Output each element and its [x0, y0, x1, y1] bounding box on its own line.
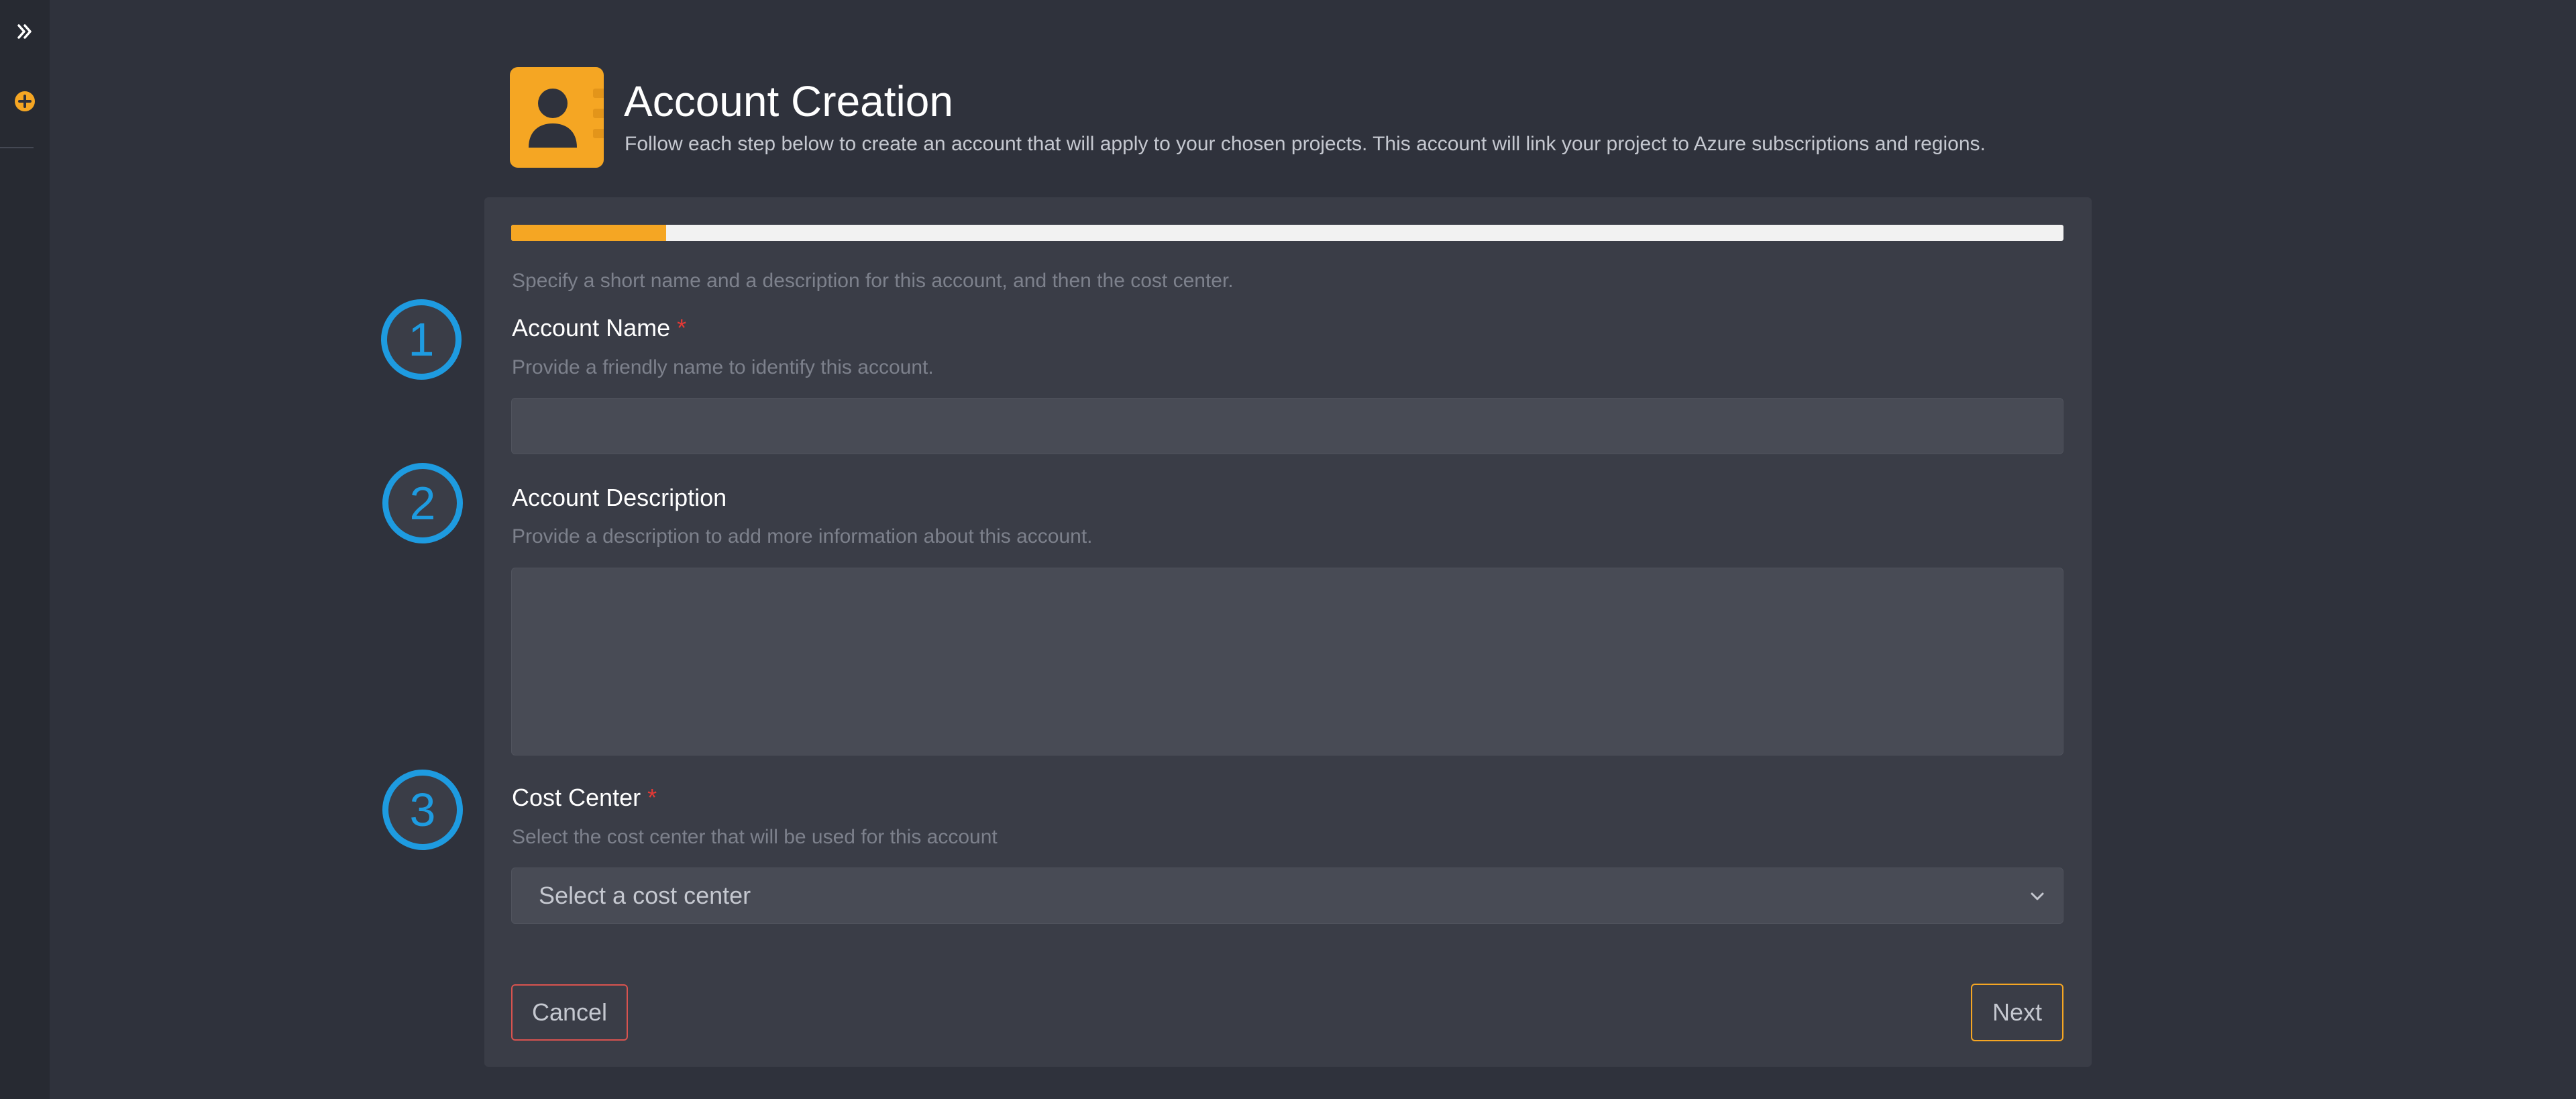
- left-rail: [0, 0, 50, 1099]
- cancel-button[interactable]: Cancel: [511, 984, 628, 1041]
- cost-center-help: Select the cost center that will be used…: [512, 826, 998, 848]
- account-name-input[interactable]: [511, 398, 2063, 454]
- required-mark: *: [677, 314, 687, 342]
- plus-circle-icon: [15, 91, 35, 111]
- account-name-help: Provide a friendly name to identify this…: [512, 356, 934, 378]
- add-button[interactable]: [14, 91, 36, 112]
- account-name-label-text: Account Name: [512, 314, 671, 342]
- account-name-label: Account Name *: [512, 314, 686, 342]
- account-description-label-text: Account Description: [512, 484, 727, 511]
- account-description-label: Account Description: [512, 484, 727, 512]
- account-description-input[interactable]: [511, 568, 2063, 755]
- chevron-down-icon: [2031, 892, 2044, 900]
- cost-center-label-text: Cost Center: [512, 784, 641, 811]
- next-button[interactable]: Next: [1971, 984, 2063, 1041]
- page-title: Account Creation: [624, 77, 953, 125]
- account-description-help: Provide a description to add more inform…: [512, 525, 1093, 547]
- cost-center-select-value: Select a cost center: [539, 882, 751, 909]
- expand-sidebar-button[interactable]: [11, 17, 39, 46]
- wizard-progress-fill: [511, 225, 667, 241]
- required-mark: *: [647, 784, 657, 811]
- step-marker-3: 3: [382, 770, 463, 850]
- step-marker-1: 1: [381, 299, 462, 380]
- contact-book-icon: [510, 67, 605, 168]
- cost-center-label: Cost Center *: [512, 784, 657, 812]
- double-chevron-right-icon: [17, 24, 32, 39]
- step-marker-2: 2: [382, 463, 463, 543]
- cost-center-select[interactable]: Select a cost center: [511, 868, 2063, 924]
- wizard-progress-bar: [511, 225, 2063, 241]
- wizard-intro: Specify a short name and a description f…: [512, 270, 1234, 292]
- rail-divider: [0, 147, 34, 148]
- page-subtitle: Follow each step below to create an acco…: [625, 133, 1986, 155]
